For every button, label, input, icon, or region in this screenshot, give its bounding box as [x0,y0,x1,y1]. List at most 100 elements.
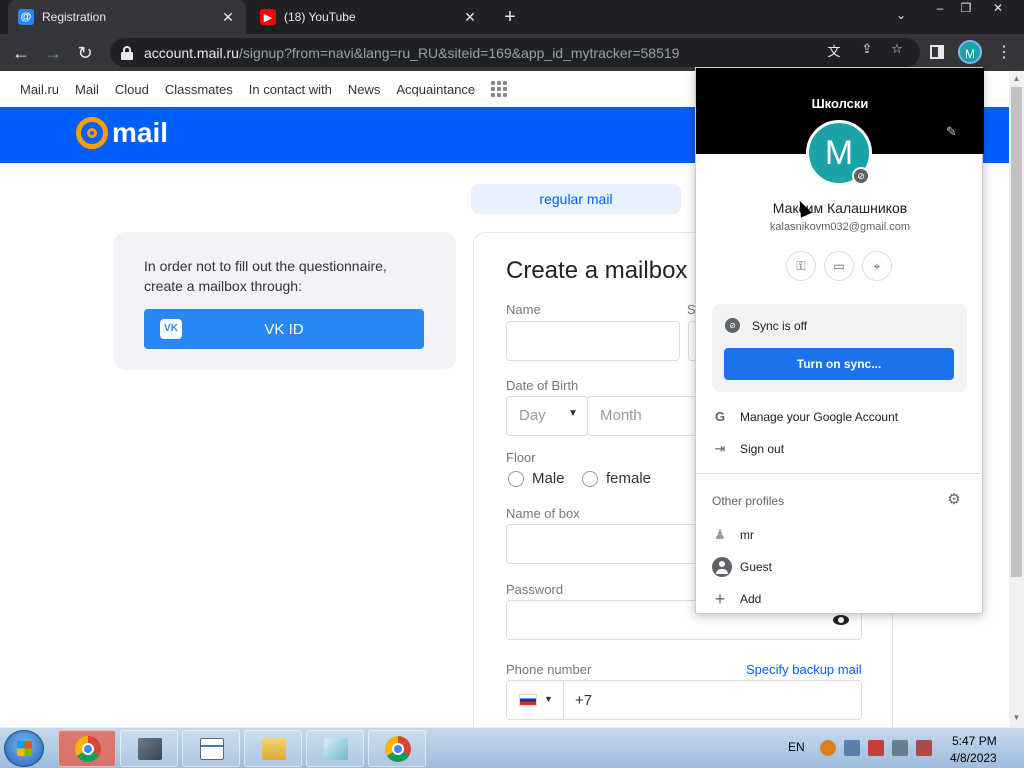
other-profiles-heading: Other profiles [712,494,785,508]
eye-icon[interactable] [833,615,849,625]
apps-grid-icon[interactable] [491,81,508,97]
profile-popup: Школски ✎ M ⊘ Максим Калашников kalasnik… [695,67,984,614]
windows-taskbar: EN 5:47 PM 4/8/2023 [0,727,1024,768]
backup-mail-link[interactable]: Specify backup mail [746,662,862,677]
passwords-key-icon[interactable]: ⚿ [786,251,816,281]
day-select[interactable]: Day ▼ [506,396,588,436]
taskbar-notes[interactable] [306,730,364,767]
russia-flag-icon[interactable] [519,694,537,706]
nav-item-mailru[interactable]: Mail.ru [20,82,59,97]
nav-item-news[interactable]: News [348,82,381,97]
chrome-icon [385,736,411,762]
password-label: Password [506,582,564,597]
vk-card-text: In order not to fill out the questionnai… [144,258,387,294]
chrome-icon [75,736,101,762]
nav-item-acquaintance[interactable]: Acquaintance [396,82,475,97]
folder-icon [262,738,286,760]
clock-date[interactable]: 4/8/2023 [950,751,997,765]
phone-input[interactable]: ▼ +7 [506,680,862,720]
address-bar[interactable]: account.mail.ru /signup?from=navi&lang=r… [110,38,920,67]
search-tray-icon[interactable] [820,740,836,756]
turn-on-sync-button[interactable]: Turn on sync... [724,348,954,380]
tab-registration[interactable]: @ Registration ✕ [8,0,246,34]
month-select[interactable]: Month [587,396,697,436]
box-name-label: Name of box [506,506,580,521]
volume-muted-tray-icon[interactable] [916,740,932,756]
page-scrollbar[interactable]: ▲ ▼ [1009,71,1024,727]
minimize-icon[interactable]: – [926,0,954,18]
side-panel-icon[interactable] [930,45,944,59]
back-icon[interactable]: ← [8,40,34,66]
male-label[interactable]: Male [532,470,565,487]
new-tab-button[interactable]: + [500,7,520,27]
manage-account-label: Manage your Google Account [740,410,899,424]
url-host: account.mail.ru [144,44,239,61]
close-tab-icon[interactable]: ✕ [462,9,478,25]
payment-card-icon[interactable]: ▭ [824,251,854,281]
profile-figure-icon: ♟ [714,527,726,542]
profile-avatar-button[interactable]: M [958,40,982,64]
forward-icon[interactable]: → [40,40,66,66]
start-button[interactable] [4,730,44,767]
manage-account-item[interactable]: G Manage your Google Account [696,402,984,432]
restore-icon[interactable]: ❐ [952,0,980,18]
bookmark-star-icon[interactable]: ☆ [888,41,906,57]
phone-divider [563,681,564,719]
clock-time[interactable]: 5:47 PM [952,734,997,748]
profile-item-mr[interactable]: ♟ mr [696,520,984,550]
profile-email: kalasnikovm032@gmail.com [769,221,911,233]
taskbar-window-switcher[interactable] [120,730,178,767]
menu-kebab-icon[interactable]: ⋮ [996,42,1012,62]
profile-item-guest[interactable]: Guest [696,552,984,582]
taskbar-chrome-profile[interactable] [368,730,426,767]
taskbar-explorer[interactable] [244,730,302,767]
share-icon[interactable]: ⇪ [858,41,876,57]
scroll-up-icon[interactable]: ▲ [1012,74,1021,83]
tab-youtube[interactable]: ▶ (18) YouTube ✕ [250,0,488,34]
first-name-input[interactable] [506,321,680,361]
sign-out-label: Sign out [740,442,785,456]
male-radio[interactable] [508,471,524,487]
taskbar-chrome-app[interactable] [58,730,116,767]
language-indicator[interactable]: EN [788,740,805,754]
battery-tray-icon[interactable] [892,740,908,756]
add-profile-item[interactable]: + Add [696,584,984,614]
close-tab-icon[interactable]: ✕ [220,9,236,25]
nav-item-mail[interactable]: Mail [75,82,99,97]
nav-item-classmates[interactable]: Classmates [165,82,233,97]
chevron-down-icon: ▼ [568,408,578,419]
vk-id-button[interactable]: VK VK ID [144,309,424,349]
reload-icon[interactable]: ↻ [72,40,98,66]
dob-label: Date of Birth [506,378,579,393]
plus-icon: + [714,589,726,609]
profile-mr-label: mr [740,528,754,542]
tab-search-icon[interactable]: ⌄ [896,8,906,22]
edit-pencil-icon[interactable]: ✎ [946,124,960,139]
logo-text: mail [112,117,169,148]
regular-mail-tab[interactable]: regular mail [471,184,681,214]
flag-tray-icon[interactable] [868,740,884,756]
switch-windows-icon [138,738,162,760]
nav-item-in-contact[interactable]: In contact with [249,82,332,97]
female-radio[interactable] [582,471,598,487]
addresses-pin-icon[interactable]: ⌖ [862,251,892,281]
gear-icon[interactable]: ⚙ [946,492,962,508]
notes-icon [324,738,348,760]
box-name-input[interactable] [506,524,706,564]
female-label[interactable]: female [606,470,651,487]
chevron-down-icon[interactable]: ▼ [544,694,553,704]
lock-icon[interactable] [120,45,134,60]
browser-toolbar: ← → ↻ account.mail.ru /signup?from=navi&… [0,34,1024,71]
network-tray-icon[interactable] [844,740,860,756]
scroll-thumb[interactable] [1011,87,1022,577]
youtube-icon: ▶ [260,9,276,25]
nav-item-cloud[interactable]: Cloud [115,82,149,97]
profile-guest-label: Guest [740,560,773,574]
mail-logo[interactable]: mail [76,117,168,149]
scroll-down-icon[interactable]: ▼ [1012,713,1021,722]
sign-out-item[interactable]: ⇥ Sign out [696,434,984,464]
month-placeholder: Month [600,407,642,424]
window-close-icon[interactable]: ✕ [984,0,1012,18]
taskbar-notepad[interactable] [182,730,240,767]
translate-icon[interactable]: 文 [825,41,843,59]
